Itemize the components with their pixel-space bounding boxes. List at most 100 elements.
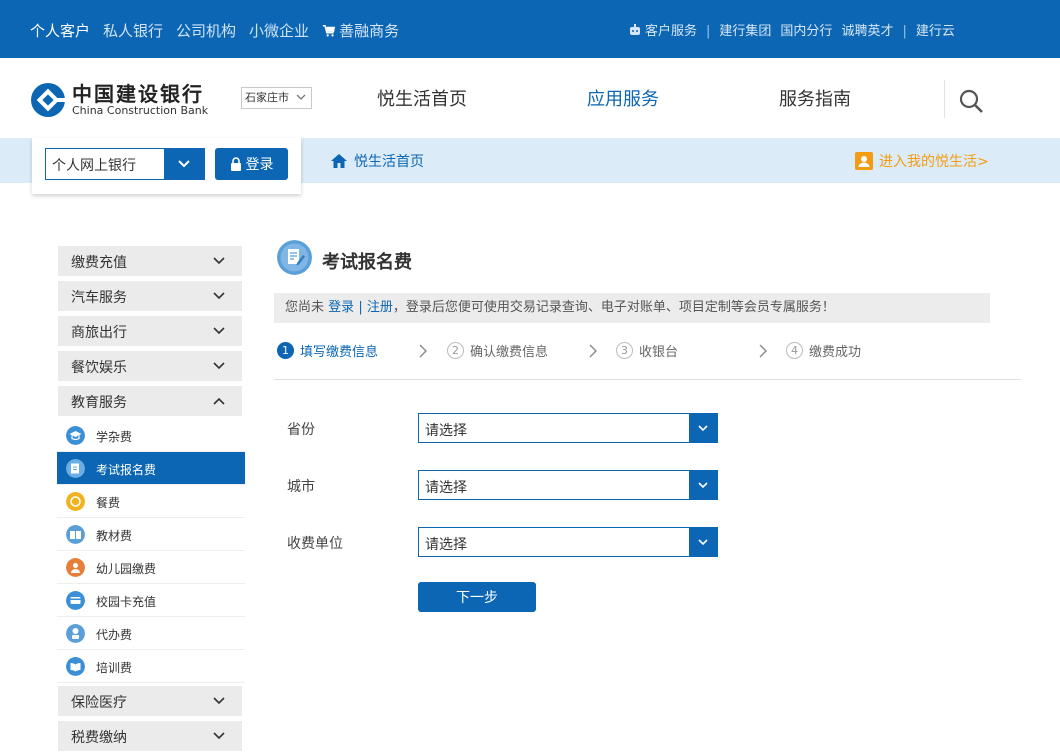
category-travel[interactable]: 商旅出行 <box>57 315 243 347</box>
divider: | <box>706 24 711 39</box>
agent-icon <box>66 624 85 643</box>
topnav-corporate[interactable]: 公司机构 <box>176 21 236 41</box>
province-select[interactable]: 请选择 <box>418 413 718 443</box>
login-button[interactable]: 登录 <box>215 148 288 180</box>
divider <box>274 379 1021 380</box>
city-label: 城市 <box>287 479 315 495</box>
chevron-up-icon <box>213 397 225 405</box>
sidebar-item-kindergarten[interactable]: 幼儿园缴费 <box>57 551 245 584</box>
chevron-down-icon <box>213 697 225 705</box>
sidebar-item-agency-fee[interactable]: 代办费 <box>57 617 245 650</box>
dropdown-button[interactable] <box>164 149 204 179</box>
lock-icon <box>230 157 241 171</box>
sidebar-item-label: 校园卡充值 <box>96 595 157 609</box>
dropdown-button[interactable] <box>689 414 717 442</box>
payee-label: 收费单位 <box>287 536 343 552</box>
category-education-services[interactable]: 教育服务 <box>57 385 243 417</box>
step-label: 收银台 <box>639 345 679 360</box>
service-sidebar: 缴费充值 汽车服务 商旅出行 餐饮娱乐 教育服务 学杂费 考试报名费 餐费 教材… <box>57 245 245 755</box>
divider <box>944 80 945 118</box>
topnav-shanrong[interactable]: 善融商务 <box>322 21 399 41</box>
city-selector[interactable]: 石家庄市 <box>241 87 312 109</box>
top-bar: 个人客户 私人银行 公司机构 小微企业 善融商务 客户服务 | 建行集团 国内分… <box>0 0 1060 58</box>
payee-select[interactable]: 请选择 <box>418 527 718 557</box>
robot-icon <box>630 24 640 35</box>
kindergarten-icon <box>66 558 85 577</box>
category-label: 税费缴纳 <box>71 730 127 746</box>
breadcrumb[interactable]: 悦生活首页 <box>330 151 424 171</box>
sidebar-item-label: 代办费 <box>96 628 133 642</box>
nav-service-guide[interactable]: 服务指南 <box>779 89 851 111</box>
cart-icon <box>322 25 336 37</box>
search-icon[interactable] <box>958 88 984 114</box>
category-car-services[interactable]: 汽车服务 <box>57 280 243 312</box>
logo-en-text: China Construction Bank <box>72 104 209 117</box>
next-step-label: 下一步 <box>456 590 498 606</box>
step-label: 确认缴费信息 <box>470 345 549 360</box>
sidebar-item-label: 学杂费 <box>96 430 133 444</box>
notice-login-link[interactable]: 登录 <box>328 300 354 315</box>
dropdown-button[interactable] <box>689 528 717 556</box>
step-2: 2 确认缴费信息 <box>447 341 548 360</box>
training-icon <box>66 657 85 676</box>
step-number: 3 <box>616 342 633 359</box>
exam-icon <box>277 240 312 275</box>
breadcrumb-home-label: 悦生活首页 <box>354 154 424 170</box>
notice-sep: | <box>358 300 363 315</box>
chevron-down-icon <box>296 94 306 100</box>
chevron-right-icon <box>419 344 427 358</box>
cloud-link[interactable]: 建行云 <box>916 23 955 41</box>
user-icon <box>855 152 873 170</box>
login-label: 登录 <box>245 157 274 173</box>
my-yue-life-label: 进入我的悦生活> <box>879 154 989 170</box>
customer-service-link[interactable]: 客户服务 <box>628 23 697 41</box>
sidebar-item-training-fee[interactable]: 培训费 <box>57 650 245 683</box>
login-notice: 您尚未 登录 | 注册，登录后您便可使用交易记录查询、电子对账单、项目定制等会员… <box>274 293 990 323</box>
city-select[interactable]: 请选择 <box>418 470 718 500</box>
chevron-down-icon <box>698 482 708 489</box>
chevron-down-icon <box>698 539 708 546</box>
next-step-button[interactable]: 下一步 <box>418 582 536 612</box>
meal-icon <box>66 492 85 511</box>
sidebar-item-campus-card[interactable]: 校园卡充值 <box>57 584 245 617</box>
domestic-branch-link[interactable]: 国内分行 <box>780 23 832 41</box>
sidebar-item-tuition[interactable]: 学杂费 <box>57 419 245 452</box>
sidebar-item-textbook-fee[interactable]: 教材费 <box>57 518 245 551</box>
top-right-links: 客户服务 | 建行集团 国内分行 诚聘英才 | 建行云 <box>628 23 955 41</box>
my-yue-life-link[interactable]: 进入我的悦生活> <box>855 151 989 171</box>
notice-suffix: ，登录后您便可使用交易记录查询、电子对账单、项目定制等会员专属服务！ <box>392 300 835 315</box>
topnav-personal[interactable]: 个人客户 <box>30 21 90 41</box>
home-icon <box>331 154 347 168</box>
category-tax-payment[interactable]: 税费缴纳 <box>57 720 243 752</box>
chevron-down-icon <box>213 732 225 740</box>
category-label: 保险医疗 <box>71 695 127 711</box>
bank-type-select[interactable]: 个人网上银行 <box>45 148 205 180</box>
logo-cn-text: 中国建设银行 <box>72 82 204 106</box>
sidebar-item-exam-fee[interactable]: 考试报名费 <box>57 452 245 485</box>
bank-logo[interactable]: 中国建设银行 China Construction Bank <box>30 82 208 118</box>
nav-app-services[interactable]: 应用服务 <box>587 89 659 111</box>
city-value: 石家庄市 <box>245 91 289 104</box>
page-title: 考试报名费 <box>322 252 412 273</box>
topnav-small-business[interactable]: 小微企业 <box>249 21 309 41</box>
category-label: 教育服务 <box>71 395 127 411</box>
nav-yue-life-home[interactable]: 悦生活首页 <box>377 89 467 111</box>
step-label: 填写缴费信息 <box>300 345 379 360</box>
chevron-down-icon <box>213 362 225 370</box>
dropdown-button[interactable] <box>689 471 717 499</box>
group-link[interactable]: 建行集团 <box>719 23 771 41</box>
sidebar-item-meal-fee[interactable]: 餐费 <box>57 485 245 518</box>
category-insurance-medical[interactable]: 保险医疗 <box>57 685 243 717</box>
province-value: 请选择 <box>425 423 467 439</box>
bank-type-value: 个人网上银行 <box>52 158 136 174</box>
category-dining-entertainment[interactable]: 餐饮娱乐 <box>57 350 243 382</box>
province-label: 省份 <box>287 422 315 438</box>
notice-register-link[interactable]: 注册 <box>367 300 393 315</box>
ccb-logo-icon <box>31 83 66 117</box>
careers-link[interactable]: 诚聘英才 <box>841 23 893 41</box>
topnav-private-banking[interactable]: 私人银行 <box>103 21 163 41</box>
chevron-down-icon <box>213 292 225 300</box>
divider: | <box>902 24 907 39</box>
step-number: 4 <box>786 342 803 359</box>
category-payment-recharge[interactable]: 缴费充值 <box>57 245 243 277</box>
